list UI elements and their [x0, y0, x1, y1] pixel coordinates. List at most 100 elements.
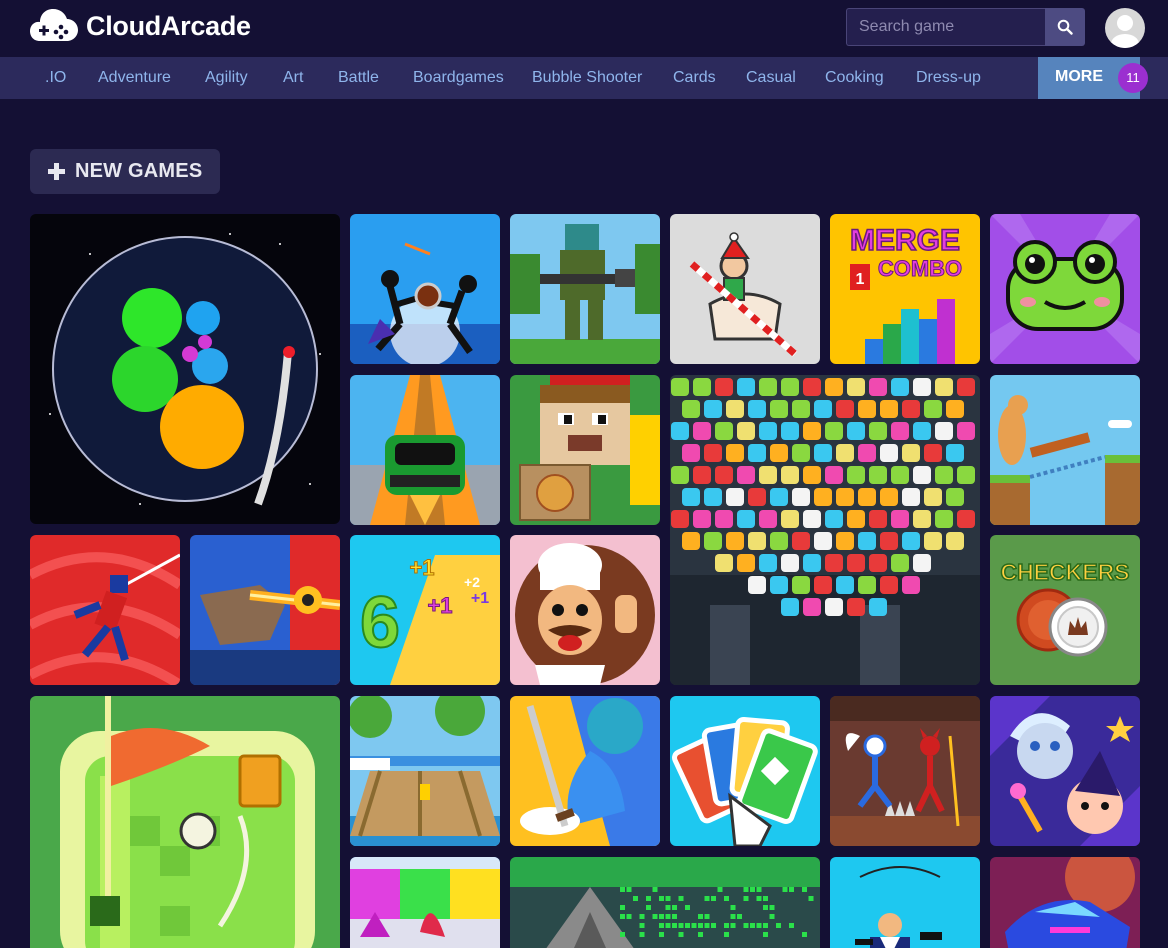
more-button[interactable]: MORE 11 — [1038, 57, 1148, 99]
pixel-block — [743, 887, 749, 892]
nav-item-bubble-shooter[interactable]: Bubble Shooter — [532, 57, 642, 99]
game-tile-bridge-builder[interactable] — [350, 696, 500, 846]
bubble-cube — [957, 510, 975, 528]
game-tile-soldier[interactable] — [510, 214, 660, 364]
nav-item-adventure[interactable]: Adventure — [98, 57, 171, 99]
game-tile-car-race[interactable] — [350, 375, 500, 525]
bubble-cube — [847, 422, 865, 440]
game-tile-circles[interactable] — [30, 214, 340, 524]
bubble-cube — [814, 400, 832, 418]
game-tile-dino-robot[interactable] — [190, 535, 340, 685]
bubble-cube — [858, 444, 876, 462]
bubble-cube — [869, 510, 887, 528]
nav-item-boardgames[interactable]: Boardgames — [413, 57, 504, 99]
bubble-cube — [935, 422, 953, 440]
bubble-cube — [880, 488, 898, 506]
bubble-cube — [693, 510, 711, 528]
pixel-block — [756, 923, 762, 928]
game-thumbnail — [350, 214, 500, 364]
pixel-block — [769, 905, 775, 910]
bubble-cube — [792, 488, 810, 506]
pixel-block — [704, 923, 710, 928]
bubble-cube — [715, 554, 733, 572]
bubble-cube — [880, 532, 898, 550]
pixel-block — [763, 905, 768, 910]
logo[interactable]: CloudArcade — [30, 7, 251, 45]
game-tile-stickman-fight[interactable] — [350, 214, 500, 364]
bubble-cube — [847, 554, 865, 572]
bubble-cube — [825, 378, 843, 396]
game-thumbnail — [670, 214, 820, 364]
game-tile-angel-devil[interactable] — [830, 696, 980, 846]
user-avatar[interactable] — [1105, 8, 1145, 48]
nav-item-art[interactable]: Art — [283, 57, 303, 99]
game-tile-santa-pony[interactable] — [670, 214, 820, 364]
bubble-cube — [836, 444, 854, 462]
search-bar — [846, 8, 1085, 46]
game-tile-spider-swing[interactable] — [30, 535, 180, 685]
bubble-cube — [858, 488, 876, 506]
pixel-block — [743, 923, 749, 928]
new-games-button[interactable]: NEW GAMES — [30, 149, 220, 194]
bubble-cube — [847, 510, 865, 528]
pixel-block — [730, 914, 736, 919]
game-tile-chef[interactable] — [510, 535, 660, 685]
game-thumbnail — [990, 375, 1140, 525]
pixel-block — [659, 896, 664, 901]
game-tile-sword-runner[interactable] — [510, 696, 660, 846]
bubble-cube — [880, 400, 898, 418]
pixel-block — [802, 932, 807, 937]
pixel-block — [672, 923, 677, 928]
bubble-cube — [737, 378, 755, 396]
game-tile-wizard-cat[interactable] — [990, 696, 1140, 846]
bubble-cube — [693, 466, 711, 484]
game-tile-dog-bone[interactable] — [990, 375, 1140, 525]
game-tile-agent-rope[interactable] — [830, 857, 980, 948]
game-thumbnail: CHECKERS — [990, 535, 1140, 685]
svg-text:6: 6 — [360, 583, 400, 663]
game-tile-snake-pixel[interactable] — [510, 857, 820, 948]
bubble-cube — [770, 444, 788, 462]
nav-item-casual[interactable]: Casual — [746, 57, 796, 99]
nav-item-io[interactable]: .IO — [45, 57, 66, 99]
pixel-block — [711, 923, 716, 928]
game-tile-frog[interactable] — [990, 214, 1140, 364]
game-tile-bubble-tower[interactable] — [670, 375, 980, 685]
pixel-block — [737, 914, 742, 919]
game-tile-number-run[interactable]: 6 +1 +1 +2 +1 — [350, 535, 500, 685]
bubble-cube — [781, 510, 799, 528]
bubble-cube — [737, 466, 755, 484]
game-thumbnail — [30, 696, 340, 948]
new-games-label: NEW GAMES — [75, 160, 203, 182]
game-tile-checkers[interactable]: CHECKERS — [990, 535, 1140, 685]
bubble-cube — [869, 378, 887, 396]
nav-item-agility[interactable]: Agility — [205, 57, 248, 99]
game-tile-uno-cards[interactable] — [670, 696, 820, 846]
game-tile-golf[interactable] — [30, 696, 340, 948]
bubble-cube — [682, 532, 700, 550]
game-tile-neon-car[interactable] — [990, 857, 1140, 948]
pixel-block — [639, 932, 645, 937]
bubble-cube — [748, 576, 766, 594]
nav-item-cards[interactable]: Cards — [673, 57, 716, 99]
game-tile-merge-combo[interactable]: MERGE COMBO 1 — [830, 214, 980, 364]
nav-item-dress-up[interactable]: Dress-up — [916, 57, 981, 99]
bubble-cube — [924, 532, 942, 550]
nav-item-cooking[interactable]: Cooking — [825, 57, 884, 99]
bubble-cube — [803, 598, 821, 616]
bubble-cube — [946, 488, 964, 506]
pixel-block — [698, 914, 703, 919]
bubble-cube — [858, 400, 876, 418]
bubble-cube — [781, 598, 799, 616]
bubble-cube — [671, 378, 689, 396]
bubble-cube — [704, 400, 722, 418]
bubble-cube — [792, 444, 810, 462]
game-tile-color-blocks[interactable] — [350, 857, 500, 948]
game-tile-pizza-delivery[interactable] — [510, 375, 660, 525]
pixel-block — [646, 905, 651, 910]
bubble-cube — [869, 554, 887, 572]
bubble-cube — [770, 488, 788, 506]
nav-item-battle[interactable]: Battle — [338, 57, 379, 99]
search-button[interactable] — [1045, 8, 1085, 46]
search-input[interactable] — [846, 8, 1045, 46]
